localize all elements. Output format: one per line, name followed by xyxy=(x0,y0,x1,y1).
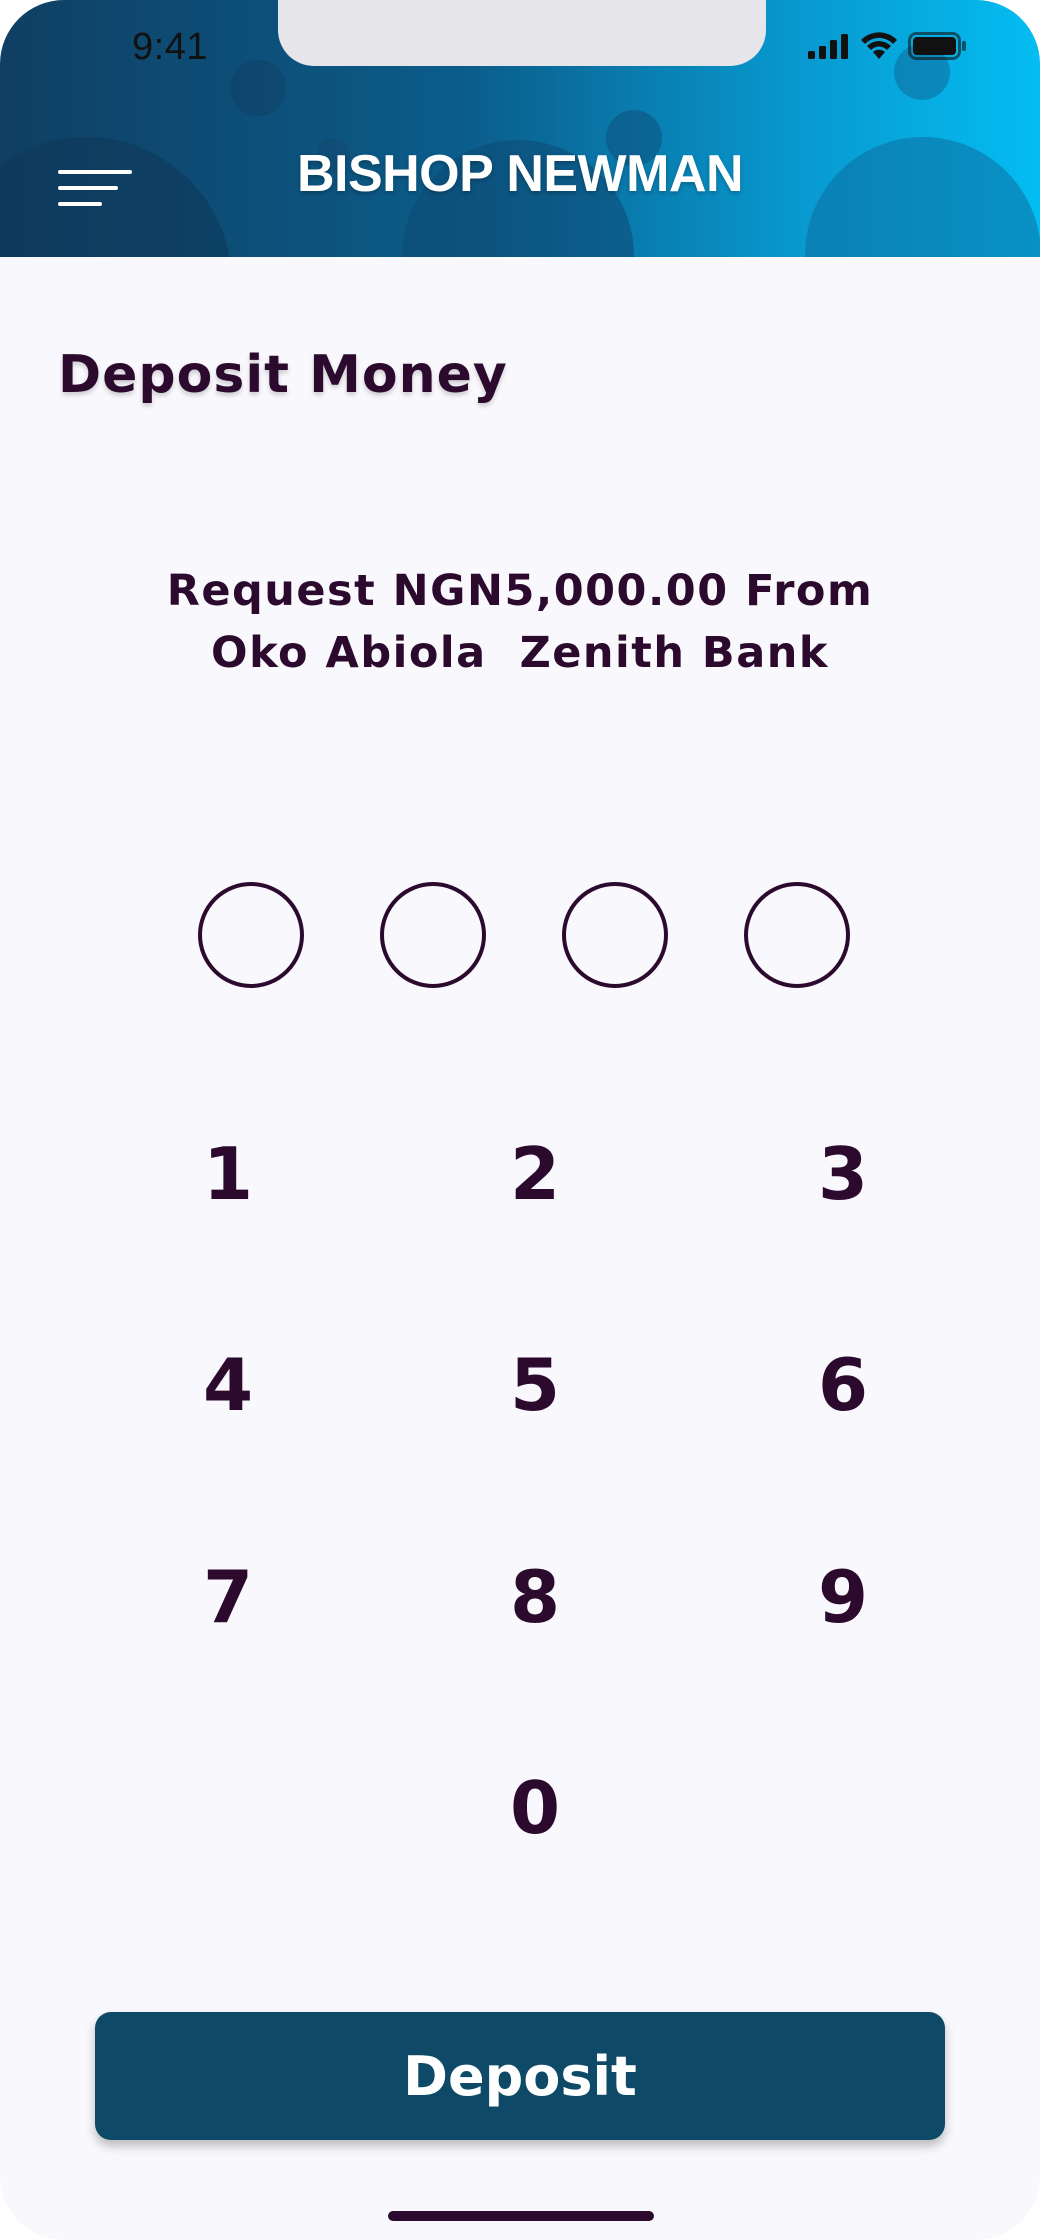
battery-icon xyxy=(908,32,966,60)
request-amount-line: Request NGN5,000.00 From xyxy=(166,566,874,616)
pin-dot-1 xyxy=(198,882,304,988)
keypad-key-2[interactable]: 2 xyxy=(465,1119,605,1229)
keypad-key-4[interactable]: 4 xyxy=(158,1330,298,1440)
deposit-button[interactable]: Deposit xyxy=(95,2012,945,2140)
phone-screen: 9:41 BISHOP NEWMAN Deposit Money Request… xyxy=(0,0,1040,2240)
keypad-key-1[interactable]: 1 xyxy=(158,1119,298,1229)
keypad-key-0[interactable]: 0 xyxy=(465,1753,605,1863)
keypad-key-8[interactable]: 8 xyxy=(465,1542,605,1652)
decorative-bubble xyxy=(230,60,286,116)
keypad-key-6[interactable]: 6 xyxy=(773,1330,913,1440)
keypad-key-5[interactable]: 5 xyxy=(465,1330,605,1440)
request-recipient-line: Oko Abiola Zenith Bank xyxy=(211,628,829,678)
keypad-key-3[interactable]: 3 xyxy=(773,1119,913,1229)
keypad-key-7[interactable]: 7 xyxy=(158,1542,298,1652)
pin-dot-4 xyxy=(744,882,850,988)
wifi-icon xyxy=(861,32,897,59)
status-time: 9:41 xyxy=(132,26,208,68)
home-indicator xyxy=(388,2211,654,2221)
pin-dot-3 xyxy=(562,882,668,988)
app-header: 9:41 BISHOP NEWMAN xyxy=(0,0,1040,257)
cellular-signal-icon xyxy=(808,34,848,59)
status-icons xyxy=(808,32,968,60)
request-summary: Request NGN5,000.00 From Oko Abiola Zeni… xyxy=(0,560,1040,684)
keypad-key-9[interactable]: 9 xyxy=(773,1542,913,1652)
pin-indicator xyxy=(198,882,850,988)
device-notch xyxy=(278,0,766,66)
pin-dot-2 xyxy=(380,882,486,988)
app-title: BISHOP NEWMAN xyxy=(296,145,744,203)
page-title: Deposit Money xyxy=(58,345,508,405)
